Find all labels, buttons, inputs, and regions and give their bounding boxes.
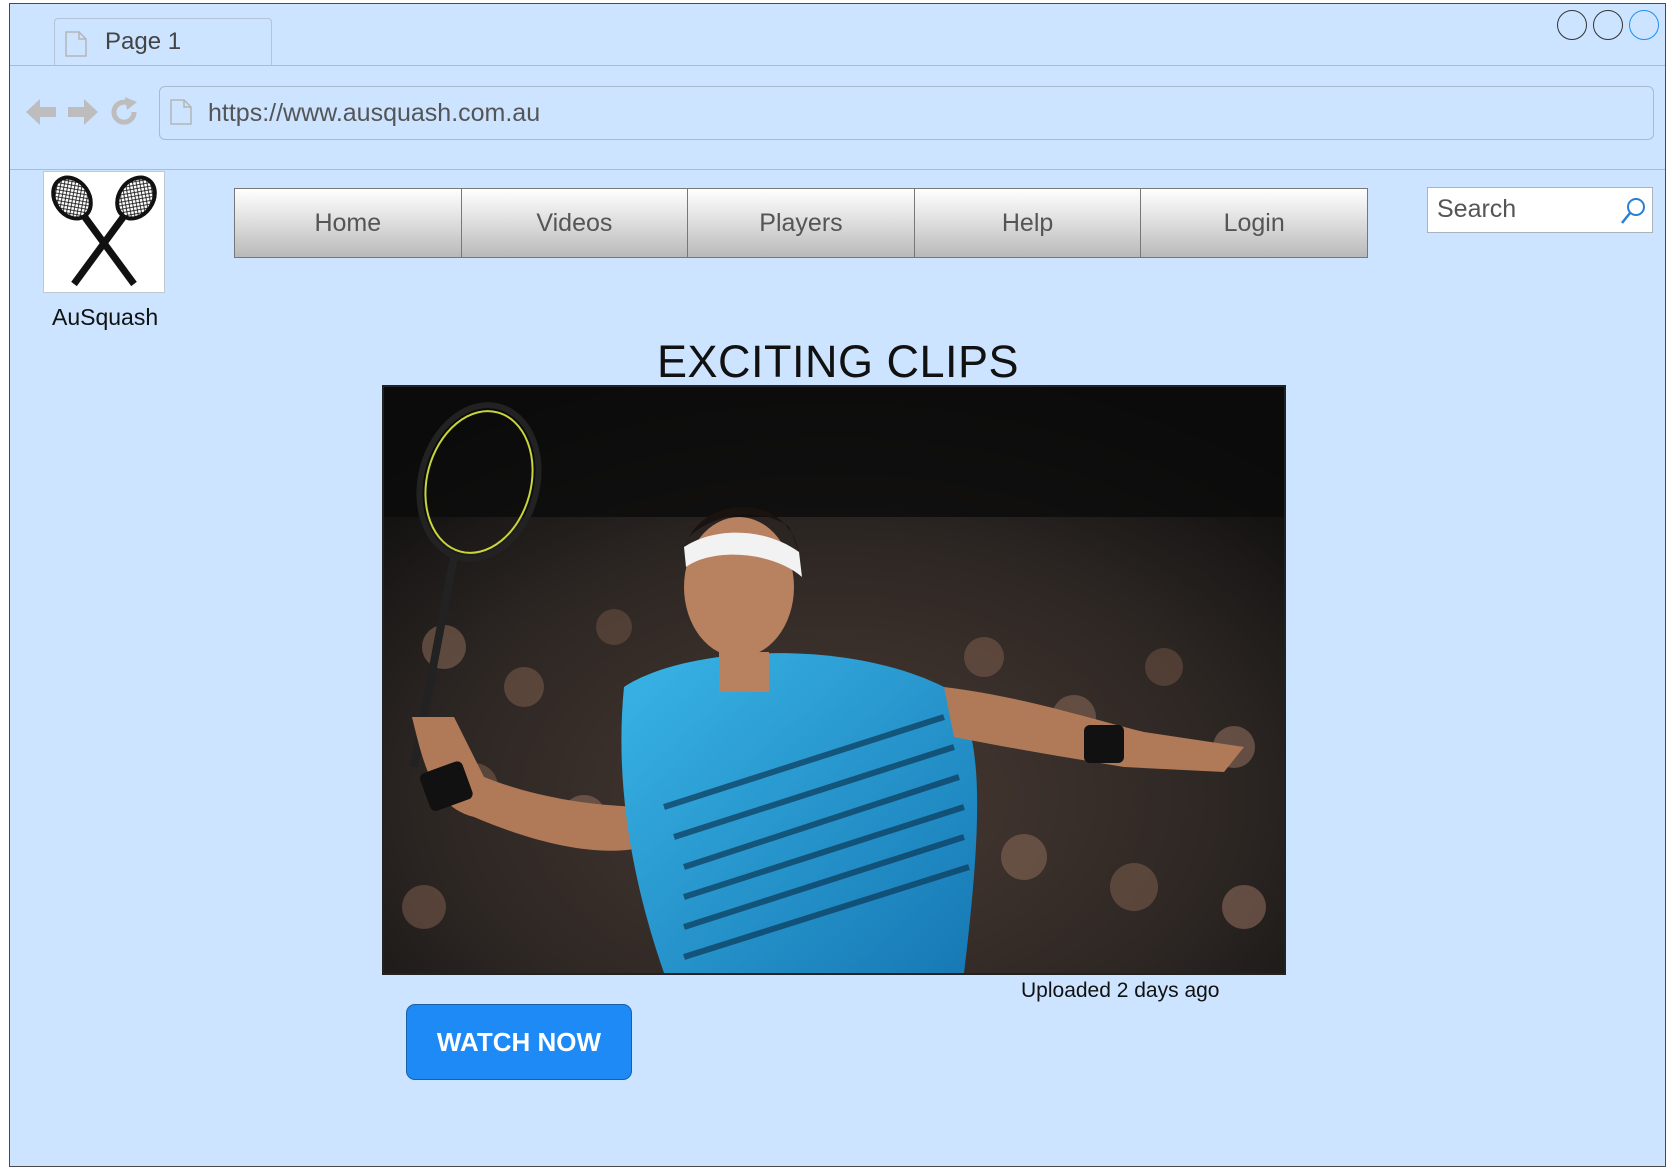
tab-title: Page 1 — [105, 28, 182, 55]
page-icon — [65, 31, 87, 62]
tab-divider — [10, 65, 1665, 66]
search-input[interactable] — [1428, 188, 1617, 230]
toolbar-divider — [10, 169, 1665, 170]
back-arrow-icon[interactable] — [24, 97, 58, 132]
menu-item-home[interactable]: Home — [235, 189, 462, 257]
search-icon[interactable] — [1620, 197, 1646, 230]
crossed-rackets-icon — [51, 175, 157, 287]
page-icon — [170, 99, 192, 130]
menu-item-help[interactable]: Help — [914, 189, 1142, 257]
upload-time: Uploaded 2 days ago — [1021, 979, 1220, 1002]
close-button[interactable] — [1629, 10, 1659, 40]
forward-arrow-icon[interactable] — [66, 97, 100, 132]
minimize-button[interactable] — [1557, 10, 1587, 40]
search-box — [1427, 187, 1653, 233]
main-menu: Home Videos Players Help Login — [234, 188, 1368, 258]
address-bar[interactable]: https://www.ausquash.com.au — [159, 86, 1654, 140]
logo-label: AuSquash — [52, 304, 159, 330]
navigation-controls — [24, 96, 140, 133]
menu-item-login[interactable]: Login — [1141, 189, 1367, 257]
url-text: https://www.ausquash.com.au — [208, 99, 541, 127]
page-title: EXCITING CLIPS — [656, 336, 1020, 387]
reload-icon[interactable] — [108, 96, 140, 133]
hero-image[interactable] — [382, 385, 1286, 975]
maximize-button[interactable] — [1593, 10, 1623, 40]
window-controls — [1557, 10, 1659, 40]
menu-item-players[interactable]: Players — [688, 189, 915, 257]
site-logo[interactable] — [43, 171, 165, 293]
browser-window: Page 1 https://www.ausquash.com.au AuSqu… — [9, 3, 1666, 1167]
watch-now-button[interactable]: WATCH NOW — [406, 1004, 632, 1080]
browser-tab[interactable]: Page 1 — [54, 18, 272, 66]
menu-item-videos[interactable]: Videos — [461, 189, 689, 257]
squash-player-photo — [384, 387, 1284, 973]
